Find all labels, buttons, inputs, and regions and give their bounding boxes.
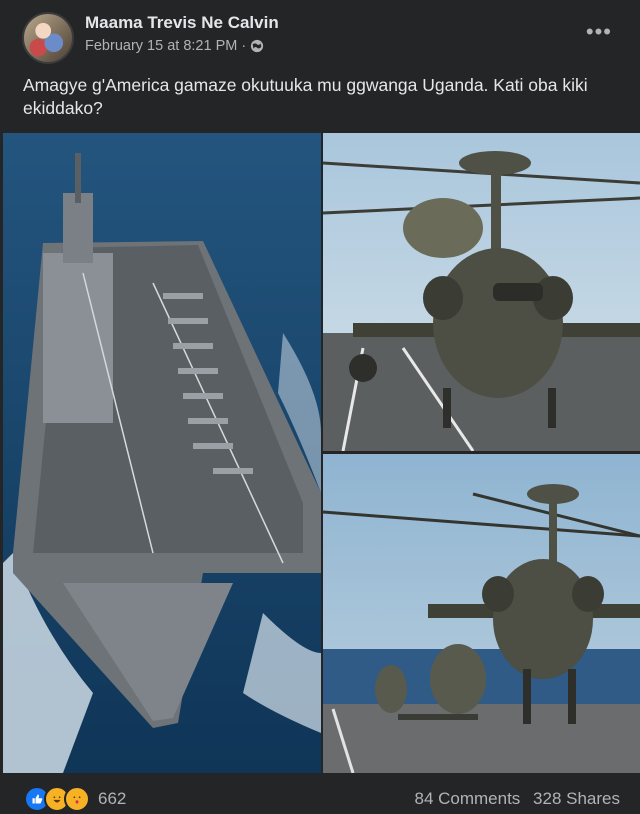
attack-helicopter-icon	[323, 133, 640, 451]
photo-helicopters-on-deck[interactable]	[323, 454, 640, 773]
shares-count-link[interactable]: 328 Shares	[533, 789, 620, 808]
photo-grid	[0, 133, 640, 773]
author-name[interactable]: Maama Trevis Ne Calvin	[85, 13, 279, 33]
photo-aircraft-carrier[interactable]	[3, 133, 321, 773]
aircraft-carrier-icon	[3, 133, 321, 773]
post-timestamp[interactable]: February 15 at 8:21 PM	[85, 38, 237, 54]
more-options-button[interactable]: •••	[586, 21, 612, 43]
photo-attack-helicopter[interactable]	[323, 133, 640, 451]
post-caption: Amagye g'America gamaze okutuuka mu ggwa…	[23, 75, 588, 118]
engagement-stats: 84 Comments 328 Shares	[414, 789, 620, 809]
post-footer: 662 84 Comments 328 Shares	[0, 780, 640, 814]
globe-icon[interactable]	[250, 39, 264, 53]
meta-separator: ·	[241, 38, 247, 54]
comments-count-link[interactable]: 84 Comments	[414, 789, 520, 808]
author-avatar[interactable]	[22, 12, 74, 64]
reactions-summary[interactable]: 662	[24, 786, 126, 812]
care-icon	[64, 786, 90, 812]
post-header: Maama Trevis Ne Calvin February 15 at 8:…	[0, 0, 640, 70]
reaction-count[interactable]: 662	[98, 789, 126, 809]
post-meta: February 15 at 8:21 PM ·	[85, 38, 264, 54]
helicopters-on-deck-icon	[323, 454, 640, 773]
